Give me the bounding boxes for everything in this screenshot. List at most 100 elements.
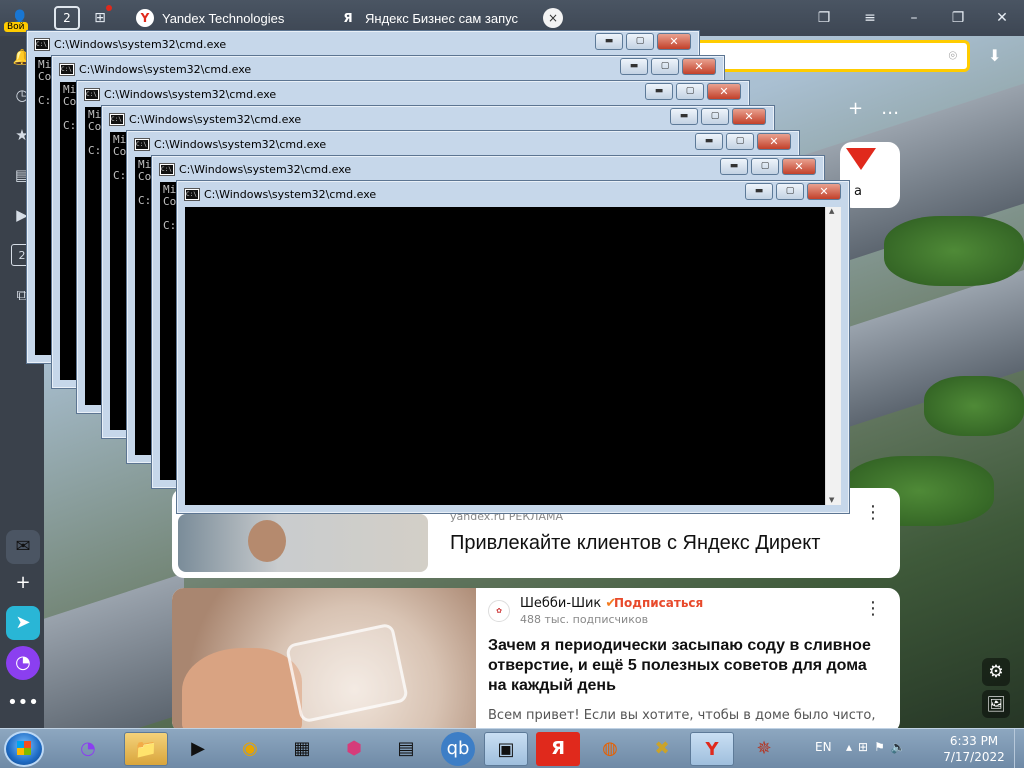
app-compass-icon[interactable]: ✵ [742, 732, 786, 766]
window-title-text: C:\Windows\system32\cmd.exe [204, 187, 377, 201]
console-output[interactable] [185, 207, 825, 505]
subscriber-count: 488 тыс. подписчиков [520, 613, 649, 626]
show-desktop-button[interactable] [1014, 729, 1024, 768]
minimize-icon[interactable]: – [902, 0, 926, 36]
close-button[interactable]: ✕ [807, 183, 841, 200]
alice-icon[interactable]: ◔ [6, 646, 40, 680]
close-button[interactable]: ✕ [682, 58, 716, 75]
download-icon[interactable]: ⬇ [988, 46, 1001, 65]
cmd-taskbar-icon[interactable]: ▣ [484, 732, 528, 766]
minimize-button[interactable]: ▬ [595, 33, 623, 50]
yandex-favicon-icon: Y [136, 9, 154, 27]
clock[interactable]: 6:33 PM 7/17/2022 [938, 733, 1010, 765]
window-title-text: C:\Windows\system32\cmd.exe [179, 162, 352, 176]
maximize-button[interactable]: ▢ [651, 58, 679, 75]
start-button[interactable] [4, 731, 44, 767]
menu-icon[interactable]: ≡ [858, 0, 882, 36]
close-window-icon[interactable]: ✕ [990, 0, 1014, 36]
window-title: C:\ C:\Windows\system32\cmd.exe [59, 60, 251, 78]
cmd-icon: C:\ [184, 187, 200, 201]
close-button[interactable]: ✕ [707, 83, 741, 100]
cmd-icon: C:\ [84, 87, 100, 101]
minimize-button[interactable]: ▬ [745, 183, 773, 200]
settings-gear-icon[interactable]: ⚙ [982, 658, 1010, 686]
window-title: C:\ C:\Windows\system32\cmd.exe [109, 110, 302, 128]
tab-title: Yandex Technologies [162, 10, 285, 26]
date: 7/17/2022 [943, 750, 1005, 764]
file-explorer-icon[interactable]: 📁 [124, 732, 168, 766]
window-title: C:\ C:\Windows\system32\cmd.exe [134, 135, 327, 153]
qbittorrent-icon[interactable]: qb [441, 732, 475, 766]
more-options-icon[interactable]: ⋮ [864, 502, 882, 523]
camera-search-icon[interactable]: ⌾ [949, 48, 957, 64]
window-title-text: C:\Windows\system32\cmd.exe [154, 137, 327, 151]
minimize-button[interactable]: ▬ [720, 158, 748, 175]
close-button[interactable]: ✕ [782, 158, 816, 175]
maximize-button[interactable]: ▢ [726, 133, 754, 150]
task-manager-icon[interactable]: ▦ [280, 732, 324, 766]
window-title: C:\ C:\Windows\system32\cmd.exe [34, 35, 226, 53]
close-button[interactable]: ✕ [657, 33, 691, 50]
taskbar: ◔ 📁 ▶ ◉ ▦ ⬢ ▤ qb ▣ Я ◍ ✖ Y ✵ EN ▴⊞⚑🔈 6:3… [0, 728, 1024, 768]
window-title: C:\ C:\Windows\system32\cmd.exe [184, 185, 377, 203]
app-x-icon[interactable]: ✖ [640, 732, 684, 766]
alice-taskbar-icon[interactable]: ◔ [66, 732, 110, 766]
chrome-icon[interactable]: ◉ [228, 732, 272, 766]
article-snippet: Всем привет! Если вы хотите, чтобы в дом… [488, 708, 880, 723]
yandex-letter-favicon-icon: Я [343, 11, 353, 25]
channel-name[interactable]: Шебби-Шик ✔ [520, 596, 616, 611]
wallpaper-greenery [924, 376, 1024, 436]
more-dots-icon[interactable]: ••• [6, 686, 40, 720]
maximize-button[interactable]: ▢ [751, 158, 779, 175]
profile-badge: Вой [4, 22, 28, 32]
cmd-icon: C:\ [159, 162, 175, 176]
wallpaper-gallery-icon[interactable]: 🖼 [982, 690, 1010, 718]
close-tab-icon[interactable]: × [543, 8, 563, 28]
channel-avatar[interactable]: ✿ [488, 600, 510, 622]
tab-counter[interactable]: 2 [54, 6, 80, 30]
app-gem-icon[interactable]: ⬢ [332, 732, 376, 766]
subscribe-button[interactable]: Подписаться [614, 596, 703, 610]
cmd-icon: C:\ [109, 112, 125, 126]
cmd-icon: C:\ [34, 37, 50, 51]
window-title: C:\ C:\Windows\system32\cmd.exe [84, 85, 276, 103]
tray-icons[interactable]: ▴⊞⚑🔈 [846, 740, 912, 754]
cmd-window-active[interactable]: C:\ C:\Windows\system32\cmd.exe ▬ ▢ ✕ [176, 180, 850, 514]
yandex-browser-icon[interactable]: Y [690, 732, 734, 766]
cmd-icon: C:\ [59, 62, 75, 76]
messenger-icon[interactable]: ➤ [6, 606, 40, 640]
wallpaper-greenery [884, 216, 1024, 286]
more-options-icon[interactable]: ⋮ [864, 598, 882, 619]
media-player-icon[interactable]: ▶ [176, 732, 220, 766]
close-button[interactable]: ✕ [757, 133, 791, 150]
maximize-button[interactable]: ▢ [626, 33, 654, 50]
language-indicator[interactable]: EN [815, 740, 832, 754]
article-title[interactable]: Зачем я периодически засыпаю соду в слив… [488, 636, 880, 696]
yandex-icon[interactable]: Я [536, 732, 580, 766]
maximize-button[interactable]: ▢ [676, 83, 704, 100]
restore-icon[interactable]: ❐ [946, 0, 970, 36]
close-button[interactable]: ✕ [732, 108, 766, 125]
article-image [172, 588, 476, 733]
control-panel-icon[interactable]: ▤ [384, 732, 428, 766]
window-title-text: C:\Windows\system32\cmd.exe [129, 112, 302, 126]
bookmarks-icon[interactable]: ❐ [812, 0, 836, 36]
maximize-button[interactable]: ▢ [701, 108, 729, 125]
ad-image [178, 514, 428, 572]
article-card[interactable]: ✿ Шебби-Шик ✔ Подписаться 488 тыс. подпи… [172, 588, 900, 733]
maximize-button[interactable]: ▢ [776, 183, 804, 200]
mail-icon[interactable]: ✉ [6, 530, 40, 564]
add-service-icon[interactable]: + [6, 566, 40, 600]
minimize-button[interactable]: ▬ [670, 108, 698, 125]
minimize-button[interactable]: ▬ [645, 83, 673, 100]
firefox-icon[interactable]: ◍ [588, 732, 632, 766]
minimize-button[interactable]: ▬ [695, 133, 723, 150]
service-card-text: а [854, 184, 862, 199]
scrollbar[interactable] [825, 207, 841, 505]
channel-name-text: Шебби-Шик [520, 596, 602, 611]
ad-title[interactable]: Привлекайте клиентов с Яндекс Директ [450, 532, 820, 555]
add-widget-icon[interactable]: +… [848, 98, 917, 119]
minimize-button[interactable]: ▬ [620, 58, 648, 75]
wallpaper-building [44, 573, 184, 728]
windows-logo-icon [17, 741, 31, 755]
